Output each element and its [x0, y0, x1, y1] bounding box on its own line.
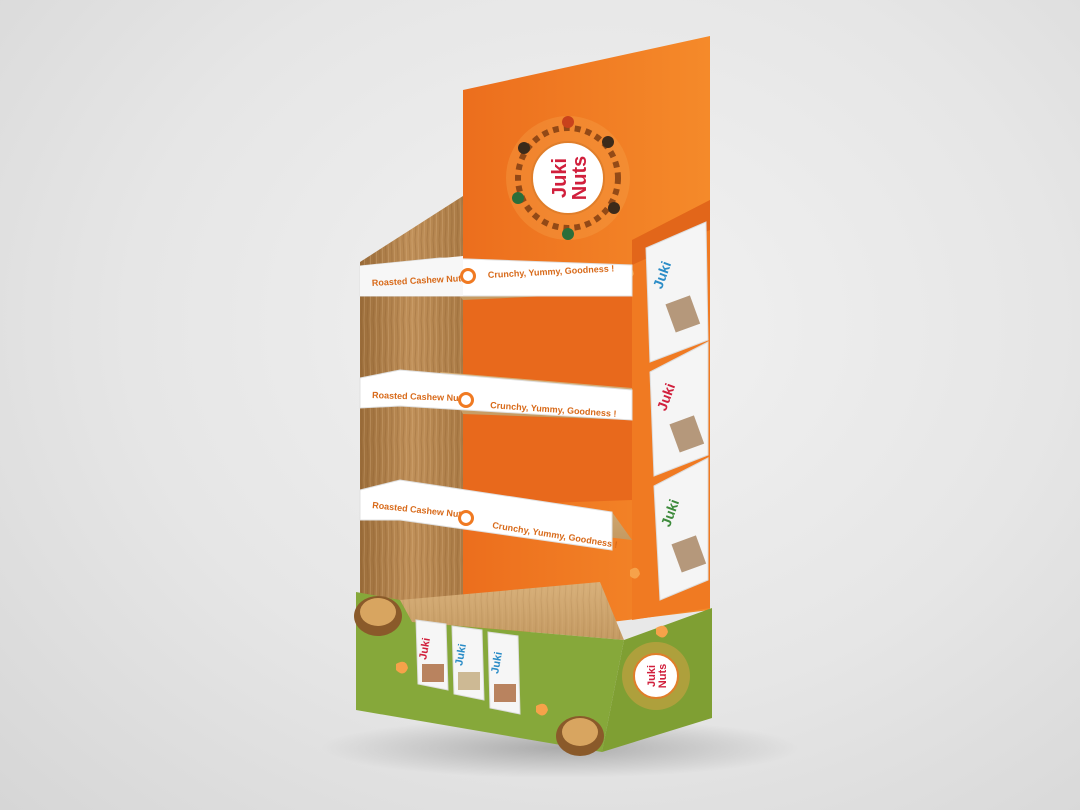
logo-line2: Nuts: [569, 156, 591, 200]
display-stand-scene: Juki Nuts Juki Juki Juki Roasted Cashew …: [320, 36, 800, 778]
nuts-bowl-right: [556, 716, 604, 756]
header-logo: Juki Nuts: [506, 116, 630, 240]
base-bag-1: Juki: [415, 619, 449, 691]
base-bag-2: Juki: [451, 625, 485, 701]
logo-line1: Juki: [549, 158, 571, 198]
inner-back-shade-2: [463, 404, 632, 506]
base-logo: Juki Nuts: [622, 642, 690, 710]
base-bag-3: Juki: [487, 631, 521, 715]
nuts-bowl-left: [354, 596, 402, 636]
svg-text:Nuts: Nuts: [657, 664, 669, 688]
